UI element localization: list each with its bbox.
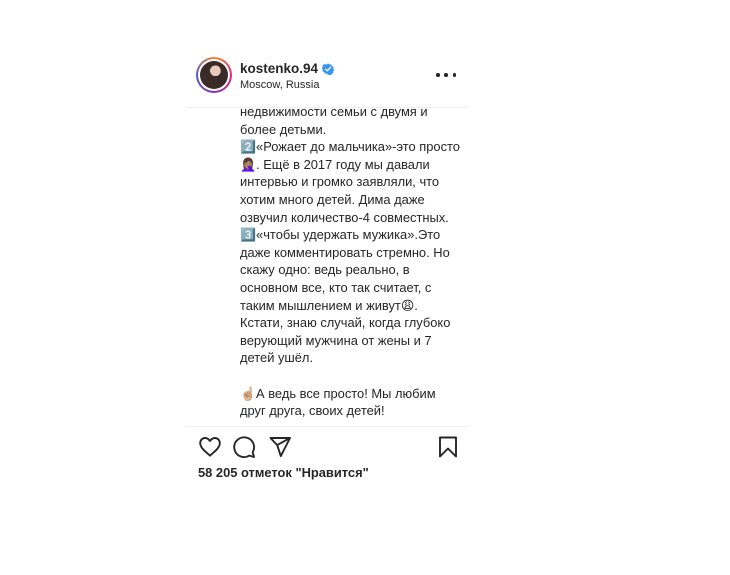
caption-line: Кстати, знаю случай, когда глубоко: [240, 315, 451, 331]
avatar[interactable]: [196, 57, 232, 93]
caption-line: более детьми.: [240, 121, 327, 137]
avatar-inner: [198, 59, 230, 91]
post-header: kostenko.94 Moscow, Russia: [186, 45, 468, 108]
instagram-post: kostenko.94 Moscow, Russia недвижимости …: [186, 45, 468, 490]
username-link[interactable]: kostenko.94: [240, 61, 318, 76]
likes-count[interactable]: 58 205 отметок "Нравится": [198, 465, 369, 480]
location-link[interactable]: Moscow, Russia: [240, 79, 319, 91]
caption-line: 3️⃣«чтобы удержать мужика».Это: [240, 227, 441, 243]
caption-line: ☝🏼А ведь все просто! Мы любим: [240, 385, 436, 401]
profile-photo: [200, 61, 228, 89]
action-bar: [198, 435, 460, 461]
bookmark-icon[interactable]: [436, 435, 460, 459]
username-row: kostenko.94: [240, 61, 335, 76]
caption-line: друг друга, своих детей!: [240, 403, 385, 419]
caption-line: 🤦🏽‍♀️. Ещё в 2017 году мы давали: [240, 156, 430, 172]
caption-line: основном все, кто так считает, с: [240, 279, 432, 295]
caption-line: детей ушёл.: [240, 350, 314, 366]
heart-icon[interactable]: [198, 435, 222, 459]
more-options-icon[interactable]: [436, 67, 456, 83]
caption-line: скажу одно: ведь реально, в: [240, 262, 410, 278]
post-caption: недвижимости семьи с двумя и более детьми…: [240, 107, 468, 424]
verified-badge-icon: [322, 62, 335, 75]
caption-line: таким мышлением и живут😩.: [240, 297, 418, 313]
caption-scroll-area[interactable]: недвижимости семьи с двумя и более детьми…: [240, 107, 468, 424]
caption-line: даже комментировать стремно. Но: [240, 244, 450, 260]
caption-line: озвучил количество-4 совместных.: [240, 209, 449, 225]
caption-line: Испытываем невероятное: [240, 420, 468, 424]
caption-line: хотим много детей. Дима даже: [240, 191, 425, 207]
caption-line: 2️⃣«Рожает до мальчика»-это просто: [240, 139, 460, 155]
caption-line: интервью и громко заявляли, что: [240, 174, 440, 190]
caption-line: верующий мужчина от жены и 7: [240, 332, 432, 348]
comment-bubble-icon[interactable]: [232, 435, 256, 459]
actions-divider: [186, 426, 468, 427]
caption-line: недвижимости семьи с двумя и: [240, 107, 428, 119]
paper-plane-icon[interactable]: [268, 435, 292, 459]
